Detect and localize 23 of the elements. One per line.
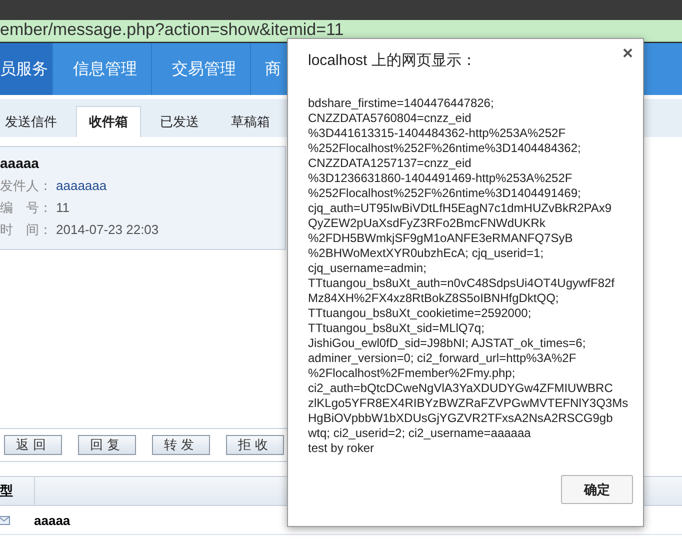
message-subject[interactable]: aaaaa — [34, 512, 70, 528]
nav-item[interactable]: 员服务 — [0, 43, 53, 95]
action-button[interactable]: 转发 — [152, 435, 210, 455]
close-button[interactable]: × — [622, 43, 633, 64]
dialog-message: bdshare_firstime=1404476447826; CNZZDATA5760804=cnzz_eid %3D441613315-1404484362-http%253A%252F %252Flocalhost%252F%26ntime%3D1404484362; CNZZDATA1257137=cnzz_eid %3D1236631860-1404491469-http%253A%252F %252Flocalhost%252F%26ntime%3D1404491469; cjq_auth=UT95IwBiVDtLfH5EagN7c1dmHUZvBkR2PAx9 QyZEW2pUaXsdFyZ3RFo2BmcFNWdUKRk %2FDH5BWmkjSF9gM1oANFE3eRMANFQ7SyB %2BHWoMextXYR0ubzhEcA; cjq_userid=1; cjq_username=admin; TTtuangou_bs8uXt_auth=n0vC48SdpsUi4OT4UgywfF82f Mz84XH%2FX4xz8RtBokZ8S5oIBNHfgDktQQ; TTtuangou_bs8uXt_cookietime=2592000; TTtuangou_bs8uXt_sid=MLlQ7q; JishiGou_ewl0fD_sid=J98bNI; AJSTAT_ok_times=6; adminer_version=0; ci2_forward_url=http%3A%2F %2Flocalhost%2Fmember%2Fmy.php; ci2_auth=bQtcDCweNgVlA3YaXDUDYGw4ZFMIUWBRC zlKLgo5YFR8EX4RIBYzBWZRaFZVPGwMVTEFNlY3Q3Ms HgBiOVpbbW1bXDUsGjYGZVR2TFxsA2NsA2RSCG9gb wtq; ci2_userid=2; ci2_username=aaaaaa test by roker — [308, 96, 628, 456]
field-label: 编 号： — [0, 199, 53, 217]
message-title: aaaaa — [0, 155, 40, 171]
tab[interactable]: 收件箱 — [76, 106, 141, 137]
column-header: 型 — [0, 482, 13, 500]
action-button[interactable]: 返回 — [4, 435, 62, 455]
tab[interactable]: 已发送 — [147, 106, 212, 137]
field-value: 2014-07-23 22:03 — [56, 221, 159, 239]
ok-button[interactable]: 确定 — [561, 475, 633, 504]
tab[interactable]: 草稿箱 — [218, 106, 283, 137]
field-label: 发件人： — [0, 177, 53, 195]
envelope-icon — [0, 516, 10, 524]
action-button[interactable]: 拒收 — [226, 435, 284, 455]
action-button[interactable]: 回复 — [78, 435, 136, 455]
sender-link[interactable]: aaaaaaa — [56, 175, 107, 197]
field-value: 11 — [56, 199, 70, 217]
dialog-title: localhost 上的网页显示： — [308, 51, 476, 70]
field-label: 时 间： — [0, 221, 53, 239]
tab[interactable]: 发送信件 — [4, 106, 70, 137]
